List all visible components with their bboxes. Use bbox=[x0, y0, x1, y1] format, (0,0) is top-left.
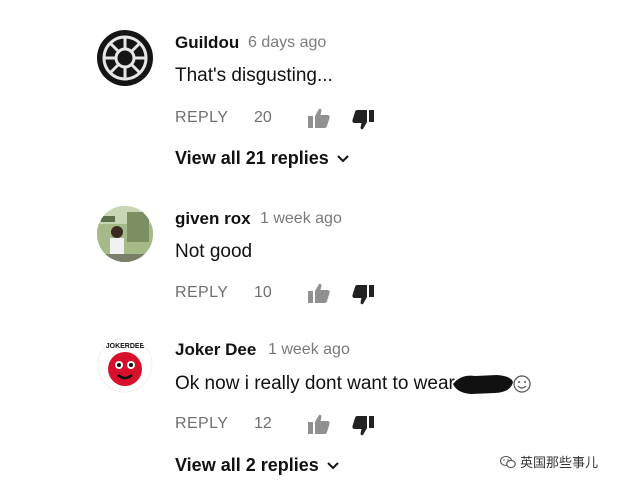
wechat-icon bbox=[500, 455, 516, 468]
thumbs-down-icon[interactable] bbox=[352, 285, 374, 305]
comment-time[interactable]: 1 week ago bbox=[268, 341, 350, 359]
chevron-down-icon bbox=[327, 461, 339, 469]
avatar-text: JOKERDEE bbox=[106, 343, 145, 350]
thumbs-down-icon[interactable] bbox=[352, 110, 374, 130]
smile-emoji-icon bbox=[513, 375, 531, 393]
comment-text-body: Ok now i really dont want to wear bbox=[175, 373, 455, 394]
view-replies-button[interactable]: View all 2 replies bbox=[175, 455, 339, 476]
thumbs-up-icon[interactable] bbox=[308, 414, 330, 434]
comment-time[interactable]: 6 days ago bbox=[248, 34, 326, 52]
avatar-empire-emblem[interactable] bbox=[97, 30, 153, 86]
censor-scribble bbox=[452, 375, 513, 394]
avatar-photo[interactable] bbox=[97, 206, 153, 262]
comment-author[interactable]: Guildou bbox=[175, 33, 239, 53]
watermark: 英国那些事儿 bbox=[500, 452, 598, 471]
reply-button[interactable]: REPLY bbox=[175, 109, 228, 127]
comment-time[interactable]: 1 week ago bbox=[260, 210, 342, 228]
comment-text: That's disgusting... bbox=[175, 65, 333, 86]
comment-author[interactable]: Joker Dee bbox=[175, 340, 256, 360]
thumbs-down-icon[interactable] bbox=[352, 416, 374, 436]
avatar-joker[interactable]: JOKERDEE bbox=[97, 337, 153, 393]
like-count: 10 bbox=[254, 284, 272, 301]
like-count: 12 bbox=[254, 415, 272, 432]
comment-text: Ok now i really dont want to wear bbox=[175, 372, 531, 396]
view-replies-label: View all 21 replies bbox=[175, 148, 329, 168]
reply-button[interactable]: REPLY bbox=[175, 415, 228, 433]
comment-author[interactable]: given rox bbox=[175, 209, 251, 229]
watermark-text: 英国那些事儿 bbox=[520, 455, 599, 470]
like-count: 20 bbox=[254, 109, 272, 126]
chevron-down-icon bbox=[337, 154, 349, 162]
thumbs-up-icon[interactable] bbox=[308, 283, 330, 303]
reply-button[interactable]: REPLY bbox=[175, 284, 228, 302]
comment-text: Not good bbox=[175, 241, 253, 262]
thumbs-up-icon[interactable] bbox=[308, 108, 330, 128]
view-replies-label: View all 2 replies bbox=[175, 455, 319, 475]
view-replies-button[interactable]: View all 21 replies bbox=[175, 148, 349, 169]
